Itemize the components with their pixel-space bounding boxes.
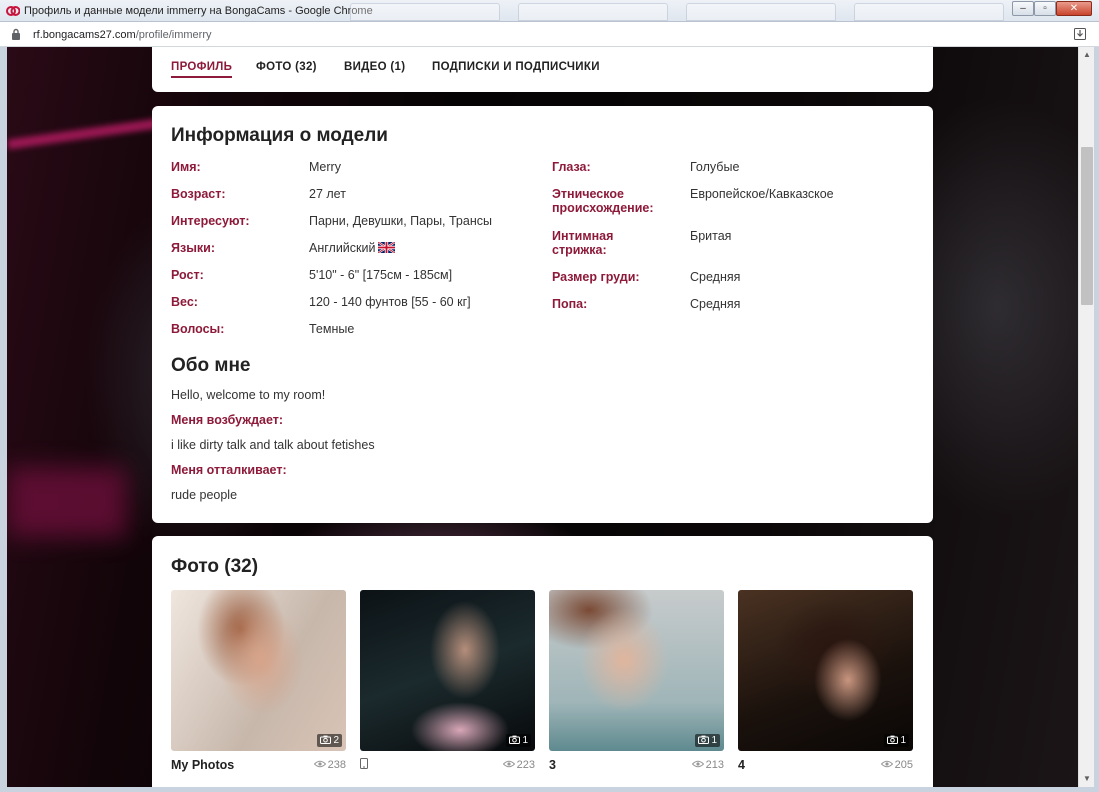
scroll-down-arrow-icon[interactable]: ▼ bbox=[1079, 771, 1095, 787]
photo-count: 1 bbox=[900, 735, 906, 746]
tab-subscriptions[interactable]: ПОДПИСКИ И ПОДПИСЧИКИ bbox=[432, 61, 600, 73]
album-views: 205 bbox=[873, 759, 913, 771]
info-label: Глаза: bbox=[552, 160, 591, 174]
close-button[interactable]: ✕ bbox=[1056, 1, 1092, 16]
info-label: Волосы: bbox=[171, 322, 225, 336]
scroll-up-arrow-icon[interactable]: ▲ bbox=[1079, 47, 1095, 63]
language-text: Английский bbox=[309, 241, 376, 255]
camera-icon bbox=[509, 735, 521, 744]
info-label: Имя: bbox=[171, 160, 201, 174]
info-value: 120 - 140 фунтов [55 - 60 кг] bbox=[309, 295, 471, 309]
background-tab[interactable] bbox=[686, 3, 836, 21]
window-titlebar: Профиль и данные модели immerry на Bonga… bbox=[0, 0, 1099, 22]
album-title[interactable]: My Photos bbox=[171, 758, 234, 772]
info-value: Темные bbox=[309, 322, 355, 336]
info-label: Размер груди: bbox=[552, 270, 640, 284]
info-value: Merry bbox=[309, 160, 341, 174]
url-text[interactable]: rf.bongacams27.com/profile/immerry bbox=[33, 29, 212, 41]
tab-video[interactable]: ВИДЕО (1) bbox=[344, 61, 405, 73]
page-scrollbar[interactable]: ▲ ▼ bbox=[1078, 47, 1094, 787]
photo-count-badge: 1 bbox=[506, 734, 531, 747]
eye-icon bbox=[502, 760, 515, 768]
photo-album-thumb[interactable]: 1 bbox=[360, 590, 535, 751]
turns-off-label: Меня отталкивает: bbox=[171, 463, 287, 477]
tab-profile[interactable]: ПРОФИЛЬ bbox=[171, 61, 233, 78]
turns-on-text: i like dirty talk and talk about fetishe… bbox=[171, 438, 375, 452]
album-views: 223 bbox=[495, 759, 535, 771]
eye-icon bbox=[880, 760, 893, 768]
minimize-button[interactable]: – bbox=[1012, 1, 1034, 16]
turns-on-label: Меня возбуждает: bbox=[171, 413, 284, 427]
info-label: Языки: bbox=[171, 241, 215, 255]
photo-count-badge: 1 bbox=[695, 734, 720, 747]
background-tab[interactable] bbox=[350, 3, 500, 21]
model-info-card: Информация о модели Имя: Merry Возраст: … bbox=[152, 106, 933, 523]
eye-icon bbox=[691, 760, 704, 768]
page-viewport: ПРОФИЛЬ ФОТО (32) ВИДЕО (1) ПОДПИСКИ И П… bbox=[7, 47, 1078, 787]
info-value: Голубые bbox=[690, 160, 740, 174]
info-value: Средняя bbox=[690, 297, 741, 311]
background-tab[interactable] bbox=[518, 3, 668, 21]
view-count: 213 bbox=[705, 759, 724, 771]
info-value: Европейское/Кавказское bbox=[690, 187, 834, 201]
album-views: 213 bbox=[684, 759, 724, 771]
maximize-button[interactable]: ▫ bbox=[1034, 1, 1056, 16]
info-value: Средняя bbox=[690, 270, 741, 284]
view-count: 205 bbox=[894, 759, 913, 771]
info-label: Этническое происхождение: bbox=[552, 187, 654, 215]
url-path: /profile/immerry bbox=[135, 29, 212, 41]
photo-album-thumb[interactable]: 1 bbox=[738, 590, 913, 751]
photo-count: 1 bbox=[711, 735, 717, 746]
album-title[interactable]: 4 bbox=[738, 758, 745, 772]
url-host: rf.bongacams27.com bbox=[33, 29, 136, 41]
info-label: Рост: bbox=[171, 268, 204, 282]
download-icon[interactable] bbox=[1073, 27, 1087, 41]
info-label: Вес: bbox=[171, 295, 198, 309]
mobile-icon bbox=[360, 758, 368, 769]
uk-flag-icon bbox=[378, 242, 396, 253]
photo-album-thumb[interactable]: 2 bbox=[171, 590, 346, 751]
info-value: Парни, Девушки, Пары, Трансы bbox=[309, 214, 492, 228]
info-value: 5'10" - 6" [175см - 185см] bbox=[309, 268, 453, 282]
eye-icon bbox=[313, 760, 326, 768]
turns-off-text: rude people bbox=[171, 488, 238, 502]
album-title[interactable]: 3 bbox=[549, 758, 556, 772]
info-label: Возраст: bbox=[171, 187, 226, 201]
camera-icon bbox=[698, 735, 710, 744]
view-count: 223 bbox=[516, 759, 535, 771]
info-value: 27 лет bbox=[309, 187, 346, 201]
photo-count-badge: 2 bbox=[317, 734, 342, 747]
view-count: 238 bbox=[327, 759, 346, 771]
scrollbar-thumb[interactable] bbox=[1081, 147, 1093, 305]
lock-icon bbox=[12, 28, 20, 40]
photo-album-thumb[interactable]: 1 bbox=[549, 590, 724, 751]
photo-count: 1 bbox=[522, 735, 528, 746]
profile-tabs: ПРОФИЛЬ ФОТО (32) ВИДЕО (1) ПОДПИСКИ И П… bbox=[152, 47, 933, 92]
camera-icon bbox=[320, 735, 332, 744]
about-heading: Обо мне bbox=[171, 355, 251, 376]
tab-photos[interactable]: ФОТО (32) bbox=[256, 61, 317, 73]
album-title[interactable] bbox=[360, 758, 368, 772]
photos-heading: Фото (32) bbox=[171, 556, 259, 577]
bongacams-logo-icon bbox=[6, 6, 20, 16]
info-label: Интересуют: bbox=[171, 214, 250, 228]
info-label: Интимная стрижка: bbox=[552, 229, 614, 257]
camera-icon bbox=[887, 735, 899, 744]
album-views: 238 bbox=[306, 759, 346, 771]
info-value: Бритая bbox=[690, 229, 732, 243]
info-value-languages: Английский bbox=[309, 241, 396, 255]
background-tab[interactable] bbox=[854, 3, 1004, 21]
photo-count-badge: 1 bbox=[884, 734, 909, 747]
photos-card: Фото (32) 2 1 1 1 My Photos 238 223 3 21… bbox=[152, 536, 933, 787]
photo-count: 2 bbox=[333, 735, 339, 746]
background-image bbox=[7, 467, 127, 537]
about-intro: Hello, welcome to my room! bbox=[171, 388, 326, 402]
info-label: Попа: bbox=[552, 297, 588, 311]
window-title: Профиль и данные модели immerry на Bonga… bbox=[24, 5, 373, 17]
info-heading: Информация о модели bbox=[171, 125, 388, 146]
address-bar[interactable]: rf.bongacams27.com/profile/immerry bbox=[0, 22, 1099, 47]
